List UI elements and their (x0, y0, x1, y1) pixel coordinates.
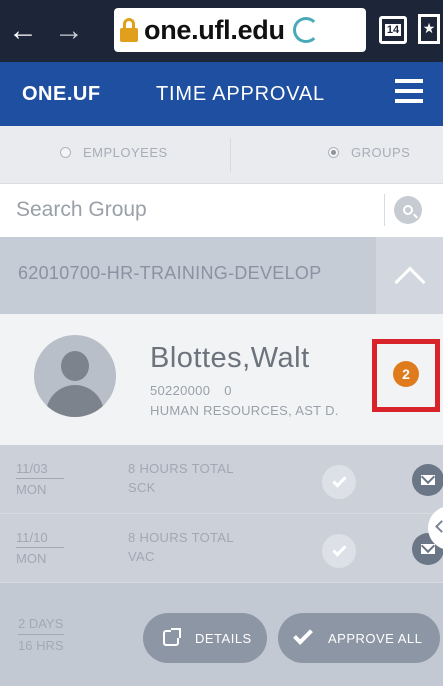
search-bar (0, 184, 443, 237)
employees-label: EMPLOYEES (83, 145, 168, 160)
chevron-left-icon (435, 520, 443, 533)
back-button[interactable]: ← (0, 0, 46, 62)
entry-weekday: MON (16, 551, 47, 566)
entry-date-value: 11/03 (16, 461, 64, 479)
tab-count: 14 (384, 24, 402, 36)
approve-all-label: APPROVE ALL (328, 630, 423, 646)
total-days: 2 DAYS (18, 616, 64, 635)
employee-department: HUMAN RESOURCES, AST D. (150, 403, 339, 418)
search-divider (384, 194, 385, 226)
groups-radio[interactable] (328, 147, 339, 158)
approve-entry-button[interactable] (322, 534, 356, 568)
details-label: DETAILS (195, 630, 252, 646)
view-toggle: EMPLOYEES GROUPS (0, 126, 443, 184)
employee-card[interactable]: Blottes,Walt 50220000 0 HUMAN RESOURCES, … (0, 314, 443, 445)
entry-total: 8 HOURS TOTAL (128, 461, 234, 476)
address-bar[interactable]: one.ufl.edu (114, 8, 366, 52)
total-hours: 16 HRS (18, 638, 64, 653)
group-header[interactable]: 62010700-HR-TRAINING-DEVELOP (0, 237, 443, 314)
employees-radio[interactable] (60, 147, 71, 158)
employee-id: 50220000 (150, 383, 211, 398)
entry-date: 11/10 MON (16, 530, 64, 566)
entry-total: 8 HOURS TOTAL (128, 530, 234, 545)
brand-link[interactable]: ONE.UF (22, 83, 101, 106)
entry-description: 8 HOURS TOTAL SCK (128, 461, 234, 495)
reload-icon[interactable] (292, 17, 319, 43)
time-entry-row[interactable]: 11/10 MON 8 HOURS TOTAL VAC (0, 514, 443, 583)
employee-record-number: 0 (224, 383, 232, 398)
tabs-button[interactable]: 14 (379, 16, 407, 44)
employee-name: Blottes,Walt (150, 342, 310, 374)
approve-entry-button[interactable] (322, 465, 356, 499)
avatar (34, 335, 116, 417)
employees-option[interactable]: EMPLOYEES (60, 145, 168, 160)
groups-option[interactable]: GROUPS (328, 145, 410, 160)
search-icon[interactable] (394, 196, 422, 224)
entry-description: 8 HOURS TOTAL VAC (128, 530, 234, 564)
pending-count-badge[interactable]: 2 (393, 361, 419, 387)
external-link-icon (163, 628, 181, 646)
entry-date: 11/03 MON (16, 461, 64, 497)
url-text: one.ufl.edu (144, 14, 285, 45)
action-footer: 2 DAYS 16 HRS DETAILS APPROVE ALL (0, 583, 443, 686)
entry-code: VAC (128, 549, 155, 564)
browser-toolbar: ← → one.ufl.edu 14 ★ (0, 0, 443, 62)
groups-label: GROUPS (351, 145, 411, 160)
lock-icon (120, 18, 138, 42)
collapse-button[interactable] (376, 237, 443, 314)
employee-ids: 50220000 0 (150, 383, 246, 398)
chevron-up-icon (393, 265, 426, 298)
approve-all-button[interactable]: APPROVE ALL (278, 613, 440, 663)
toggle-divider (230, 138, 231, 172)
group-name: 62010700-HR-TRAINING-DEVELOP (18, 263, 322, 283)
hamburger-menu-icon[interactable] (395, 79, 423, 109)
checkmark-icon (293, 625, 313, 645)
email-icon[interactable] (412, 464, 443, 496)
total-time: 2 DAYS 16 HRS (18, 616, 64, 653)
entry-weekday: MON (16, 482, 47, 497)
checkmark-icon (331, 473, 347, 488)
search-input[interactable] (16, 192, 356, 228)
checkmark-icon (331, 542, 347, 557)
entry-code: SCK (128, 480, 156, 495)
details-button[interactable]: DETAILS (143, 613, 267, 663)
time-entry-row[interactable]: 11/03 MON 8 HOURS TOTAL SCK (0, 445, 443, 514)
entry-date-value: 11/10 (16, 530, 64, 548)
app-header: ONE.UF TIME APPROVAL (0, 62, 443, 126)
bookmark-icon[interactable]: ★ (418, 14, 440, 44)
page-title: TIME APPROVAL (156, 82, 325, 105)
forward-button[interactable]: → (46, 0, 92, 62)
